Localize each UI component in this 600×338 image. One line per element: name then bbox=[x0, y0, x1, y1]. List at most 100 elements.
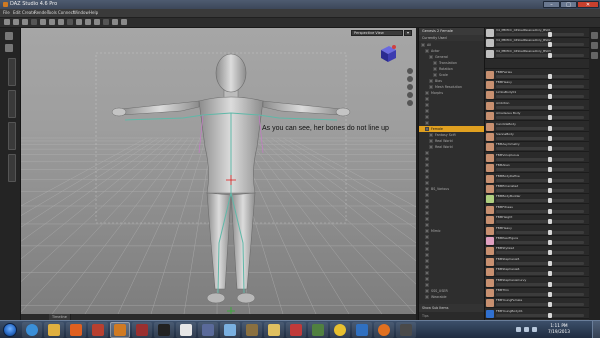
toolbar-tool-icon[interactable] bbox=[13, 19, 19, 25]
morph-row[interactable]: FBMYoungBody01 bbox=[485, 309, 589, 319]
morph-slider-track[interactable] bbox=[496, 199, 584, 203]
tree-row[interactable]: Wearable bbox=[419, 294, 484, 300]
viewport[interactable]: Perspective View ▾ As you can see, her b… bbox=[21, 28, 416, 314]
morph-slider-track[interactable] bbox=[496, 85, 584, 88]
tree-checkbox[interactable] bbox=[425, 253, 429, 257]
morph-slider-track[interactable] bbox=[496, 168, 584, 172]
morph-row[interactable]: FBMStephanieCurvy bbox=[485, 278, 589, 288]
smart-content-icon[interactable] bbox=[5, 44, 13, 52]
morph-slider-track[interactable] bbox=[496, 313, 584, 317]
toolbar-tool-icon[interactable] bbox=[112, 19, 118, 25]
morph-slider-track[interactable] bbox=[496, 261, 584, 265]
morph-slider-track[interactable] bbox=[496, 53, 584, 57]
reset-view-control[interactable] bbox=[407, 100, 413, 106]
content-library-icon[interactable] bbox=[5, 32, 13, 40]
morph-slider-knob[interactable] bbox=[548, 271, 553, 277]
tree-checkbox[interactable] bbox=[425, 205, 429, 209]
minimize-button[interactable]: – bbox=[543, 1, 560, 8]
tree-checkbox[interactable] bbox=[425, 229, 429, 233]
tree-checkbox[interactable] bbox=[425, 151, 429, 155]
tree-checkbox[interactable] bbox=[429, 55, 433, 59]
tree-checkbox[interactable] bbox=[425, 295, 429, 299]
filter-label[interactable]: Currently Used bbox=[419, 35, 484, 41]
morph-slider-knob[interactable] bbox=[548, 115, 553, 121]
maximize-button[interactable]: □ bbox=[560, 1, 577, 8]
tree-checkbox[interactable] bbox=[425, 157, 429, 161]
tree-checkbox[interactable] bbox=[433, 61, 437, 65]
morph-row[interactable]: Ambition bbox=[485, 101, 589, 111]
lights-icon[interactable] bbox=[591, 52, 598, 59]
tree-checkbox[interactable] bbox=[429, 79, 433, 83]
tree-checkbox[interactable] bbox=[425, 187, 429, 191]
toolbar-tool-icon[interactable] bbox=[40, 19, 46, 25]
toolbar-tool-icon[interactable] bbox=[67, 19, 73, 25]
toolbar-tool-icon[interactable] bbox=[121, 19, 127, 25]
tab-content-library[interactable] bbox=[8, 90, 16, 118]
tree-checkbox[interactable] bbox=[429, 145, 433, 149]
tree-checkbox[interactable] bbox=[425, 163, 429, 167]
tree-checkbox[interactable] bbox=[425, 115, 429, 119]
toolbar-tool-icon[interactable] bbox=[4, 19, 10, 25]
frame-control[interactable] bbox=[407, 92, 413, 98]
morph-slider-track[interactable] bbox=[496, 241, 584, 244]
surfaces-icon[interactable] bbox=[591, 42, 598, 49]
network-icon[interactable] bbox=[516, 327, 521, 332]
show-desktop-button[interactable] bbox=[592, 321, 600, 338]
morph-slider-track[interactable] bbox=[496, 74, 584, 78]
morph-slider-track[interactable] bbox=[496, 126, 584, 130]
tree-checkbox[interactable] bbox=[425, 91, 429, 95]
morph-slider-track[interactable] bbox=[496, 272, 584, 276]
morph-slider-knob[interactable] bbox=[548, 312, 553, 318]
morph-row[interactable]: CandideBody bbox=[485, 122, 589, 132]
tree-checkbox[interactable] bbox=[425, 247, 429, 251]
tree-checkbox[interactable] bbox=[433, 73, 437, 77]
tree-checkbox[interactable] bbox=[433, 67, 437, 71]
tree-checkbox[interactable] bbox=[425, 169, 429, 173]
volume-icon[interactable] bbox=[524, 327, 529, 332]
tips-tab[interactable]: Tips bbox=[419, 312, 484, 320]
menu-item-edit[interactable]: Edit bbox=[13, 10, 21, 16]
morph-row[interactable]: FBMStylized bbox=[485, 246, 589, 257]
clock-time[interactable]: 1:11 PM bbox=[543, 324, 575, 329]
morph-row[interactable]: FBMYoungFemale bbox=[485, 298, 589, 309]
morph-row[interactable]: FBMHeavy bbox=[485, 226, 589, 236]
morph-row[interactable]: FBMHeavy bbox=[485, 80, 589, 90]
pan-control[interactable] bbox=[407, 76, 413, 82]
morph-slider-knob[interactable] bbox=[548, 219, 553, 225]
tab-shaping[interactable] bbox=[8, 154, 16, 182]
morph-slider-knob[interactable] bbox=[548, 208, 553, 214]
morph-slider-knob[interactable] bbox=[548, 240, 553, 245]
morph-slider-knob[interactable] bbox=[548, 198, 553, 204]
morph-slider-track[interactable] bbox=[496, 105, 584, 109]
morph-slider-knob[interactable] bbox=[548, 177, 553, 183]
genesis-figure[interactable] bbox=[91, 43, 371, 314]
tree-checkbox[interactable] bbox=[425, 199, 429, 203]
tab-render-settings[interactable] bbox=[8, 122, 16, 150]
morph-slider-knob[interactable] bbox=[548, 292, 553, 297]
tree-checkbox[interactable] bbox=[425, 103, 429, 107]
tab-smart-content[interactable] bbox=[8, 58, 16, 86]
tree-checkbox[interactable] bbox=[425, 175, 429, 179]
morph-slider-knob[interactable] bbox=[548, 188, 553, 193]
morph-row[interactable]: SiennaBody bbox=[485, 132, 589, 142]
menu-item-help[interactable]: Help bbox=[89, 10, 98, 16]
tree-checkbox[interactable] bbox=[425, 259, 429, 263]
morph-slider-track[interactable] bbox=[496, 137, 584, 140]
toolbar-tool-icon[interactable] bbox=[31, 19, 37, 25]
menu-item-window[interactable]: Window bbox=[73, 10, 89, 16]
tree-checkbox[interactable] bbox=[425, 217, 429, 221]
tree-checkbox[interactable] bbox=[425, 241, 429, 245]
morph-slider-track[interactable] bbox=[496, 251, 584, 255]
tree-checkbox[interactable] bbox=[425, 127, 429, 131]
morph-row[interactable]: FBMFairies bbox=[485, 70, 589, 80]
morph-row[interactable]: FBMAlien bbox=[485, 163, 589, 174]
navigation-cube[interactable] bbox=[377, 43, 399, 65]
tree-checkbox[interactable] bbox=[425, 235, 429, 239]
morph-slider-knob[interactable] bbox=[548, 250, 553, 256]
toolbar-tool-icon[interactable] bbox=[22, 19, 28, 25]
morph-row[interactable]: FBMThin bbox=[485, 288, 589, 298]
morph-slider-track[interactable] bbox=[496, 209, 584, 213]
morph-slider-knob[interactable] bbox=[548, 156, 553, 162]
flag-icon[interactable] bbox=[532, 327, 537, 332]
morph-slider-knob[interactable] bbox=[548, 125, 553, 131]
